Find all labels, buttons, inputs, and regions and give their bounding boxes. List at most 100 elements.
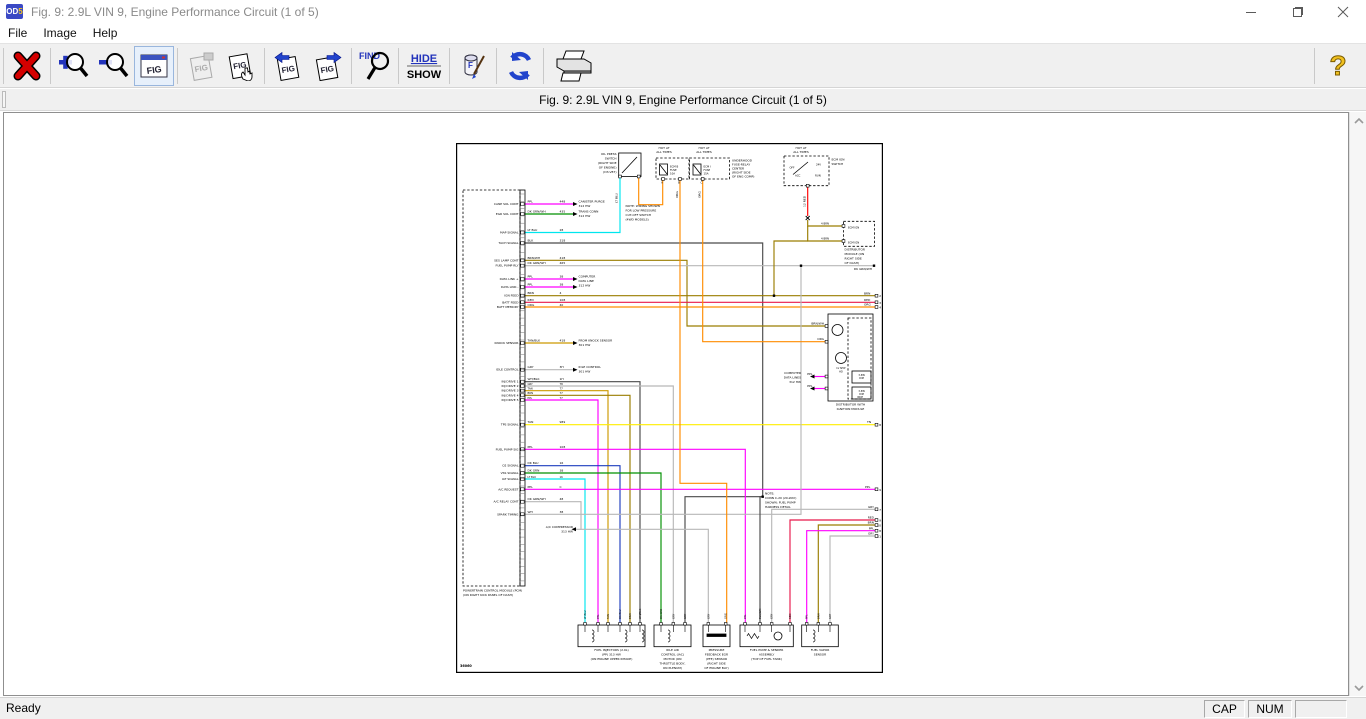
svg-text:INJ DRIVE 5: INJ DRIVE 5 — [501, 398, 518, 402]
close-figure-button[interactable] — [7, 46, 47, 86]
svg-text:BRN: BRN — [816, 613, 820, 619]
svg-text:CONN C-20 (20-WAY): CONN C-20 (20-WAY) — [765, 496, 796, 500]
svg-text:3: 3 — [879, 301, 881, 305]
svg-text:NOTE: WIRING SHOWN: NOTE: WIRING SHOWN — [626, 204, 660, 208]
svg-text:PPL: PPL — [596, 614, 600, 619]
scroll-down-arrow[interactable] — [1350, 679, 1366, 696]
svg-text:POWERTRAIN CONTROL MODULE (PCM: POWERTRAIN CONTROL MODULE (PCM) — [463, 589, 522, 593]
zoom-in-icon — [57, 49, 91, 83]
next-figure-button[interactable]: FIG — [308, 46, 348, 86]
svg-text:ACC: ACC — [795, 174, 801, 178]
svg-text:FUEL PUMP SIG: FUEL PUMP SIG — [496, 447, 520, 451]
svg-text:?: ? — [1329, 50, 1346, 81]
svg-text:4 BRN: 4 BRN — [821, 222, 829, 226]
svg-text:GRY: GRY — [770, 613, 774, 619]
zoom-out-button[interactable] — [94, 46, 134, 86]
svg-text:SHOW: SHOW — [407, 69, 442, 81]
svg-text:TAN: TAN — [527, 420, 534, 424]
menu-image[interactable]: Image — [35, 24, 84, 42]
svg-text:A/C COMPRESSOR: A/C COMPRESSOR — [546, 525, 573, 529]
svg-text:BRN/WH: BRN/WH — [811, 322, 824, 326]
svg-text:ORG: ORG — [528, 303, 535, 307]
svg-text:DK GRN/WH: DK GRN/WH — [528, 261, 546, 265]
svg-text:38: 38 — [560, 283, 564, 287]
svg-text:10: 10 — [877, 524, 881, 528]
svg-text:SES LAMP CONT: SES LAMP CONT — [494, 258, 519, 262]
svg-text:ORG: ORG — [817, 337, 824, 341]
status-bar: Ready CAP NUM — [0, 697, 1366, 719]
svg-text:DK BLU: DK BLU — [528, 461, 539, 465]
svg-text:BRN: BRN — [528, 291, 534, 295]
svg-text:INJ DRIVE 4: INJ DRIVE 4 — [501, 393, 518, 397]
zoom-out-icon — [97, 49, 131, 83]
toolbar-separator — [351, 48, 352, 84]
figure-viewport[interactable]: CANP SOL CONTEGR SOL CONTMAP SIGNALTACH … — [3, 112, 1349, 696]
svg-text:LT BLU: LT BLU — [528, 228, 538, 232]
svg-text:GRY: GRY — [828, 613, 832, 619]
svg-text:RED: RED — [528, 298, 535, 302]
svg-text:77: 77 — [560, 391, 564, 395]
minimize-button[interactable] — [1228, 0, 1274, 23]
svg-text:CANISTER PURGE: CANISTER PURGE — [579, 200, 605, 204]
app-icon: OD5 — [6, 4, 23, 19]
maximize-button[interactable] — [1274, 0, 1320, 23]
find-button[interactable]: FIND — [355, 46, 395, 86]
svg-text:FUSE: FUSE — [670, 168, 677, 172]
menu-file[interactable]: File — [0, 24, 35, 42]
figure-caption: Fig. 9: 2.9L VIN 9, Engine Performance C… — [539, 93, 827, 107]
svg-text:SPARK TIMING: SPARK TIMING — [497, 512, 519, 516]
previous-view-button-disabled[interactable]: FIG — [181, 46, 221, 86]
vertical-scrollbar[interactable] — [1349, 112, 1366, 696]
svg-text:BRN: BRN — [628, 613, 632, 619]
svg-text:(D3-V87): (D3-V87) — [603, 170, 616, 174]
toolbar-separator — [50, 48, 51, 84]
svg-text:SENSOR: SENSOR — [814, 653, 826, 657]
refresh-button[interactable] — [500, 46, 540, 86]
svg-text:DK GRN/WH: DK GRN/WH — [528, 497, 546, 501]
svg-text:312 HW: 312 HW — [579, 214, 591, 218]
svg-text:DATA LINES: DATA LINES — [784, 376, 801, 380]
annotate-button[interactable]: F — [453, 46, 493, 86]
toolbar-separator — [177, 48, 178, 84]
svg-text:FOR LOW PRESSURE: FOR LOW PRESSURE — [626, 209, 657, 213]
svg-text:IAT SIGNAL: IAT SIGNAL — [502, 477, 519, 481]
svg-text:28: 28 — [560, 228, 564, 232]
svg-text:CANP SOL CONT: CANP SOL CONT — [494, 202, 519, 206]
svg-text:GRY: GRY — [671, 613, 675, 619]
svg-text:78: 78 — [560, 382, 564, 386]
scroll-up-arrow[interactable] — [1350, 112, 1366, 129]
svg-text:38: 38 — [560, 275, 564, 279]
ink-brush-icon: F — [457, 50, 489, 82]
svg-text:VSS SIGNAL: VSS SIGNAL — [501, 471, 519, 475]
svg-text:RED: RED — [864, 298, 871, 302]
svg-text:PPL: PPL — [528, 283, 534, 287]
status-message: Ready — [6, 701, 41, 715]
svg-text:DK GRN/WH: DK GRN/WH — [854, 267, 872, 271]
svg-text:108: 108 — [560, 445, 566, 449]
app-window: OD5 Fig. 9: 2.9L VIN 9, Engine Performan… — [0, 0, 1366, 719]
help-button[interactable]: ? — [1318, 46, 1358, 86]
maximize-icon — [1291, 6, 1303, 18]
svg-text:3H: 3H — [560, 365, 564, 369]
toolbar-separator — [543, 48, 544, 84]
drag-figure-button[interactable]: FIG — [221, 46, 261, 86]
svg-text:ECM I: ECM I — [704, 165, 712, 169]
title-bar: OD5 Fig. 9: 2.9L VIN 9, Engine Performan… — [0, 0, 1366, 23]
svg-text:313 HW: 313 HW — [561, 529, 573, 533]
close-button[interactable] — [1320, 0, 1366, 23]
svg-text:1H: 1H — [560, 377, 564, 381]
fit-figure-button[interactable]: FIG — [134, 46, 174, 86]
menu-help[interactable]: Help — [85, 24, 126, 42]
svg-text:CUT-OFF SWITCH: CUT-OFF SWITCH — [626, 213, 652, 217]
svg-text:FUEL PUMP & SENDER: FUEL PUMP & SENDER — [750, 648, 783, 652]
svg-text:IGNITION MODULE: IGNITION MODULE — [837, 407, 865, 411]
hide-show-button[interactable]: HIDE SHOW — [402, 46, 446, 86]
print-button[interactable] — [547, 46, 599, 86]
svg-text:WH: WH — [528, 510, 533, 514]
previous-figure-button[interactable]: FIG — [268, 46, 308, 86]
zoom-in-button[interactable] — [54, 46, 94, 86]
svg-text:10A: 10A — [670, 172, 675, 176]
svg-text:DISTRIBUTOR WITH: DISTRIBUTOR WITH — [836, 403, 865, 407]
svg-text:MODULE (ON: MODULE (ON — [845, 252, 865, 256]
svg-text:4: 4 — [879, 306, 881, 310]
